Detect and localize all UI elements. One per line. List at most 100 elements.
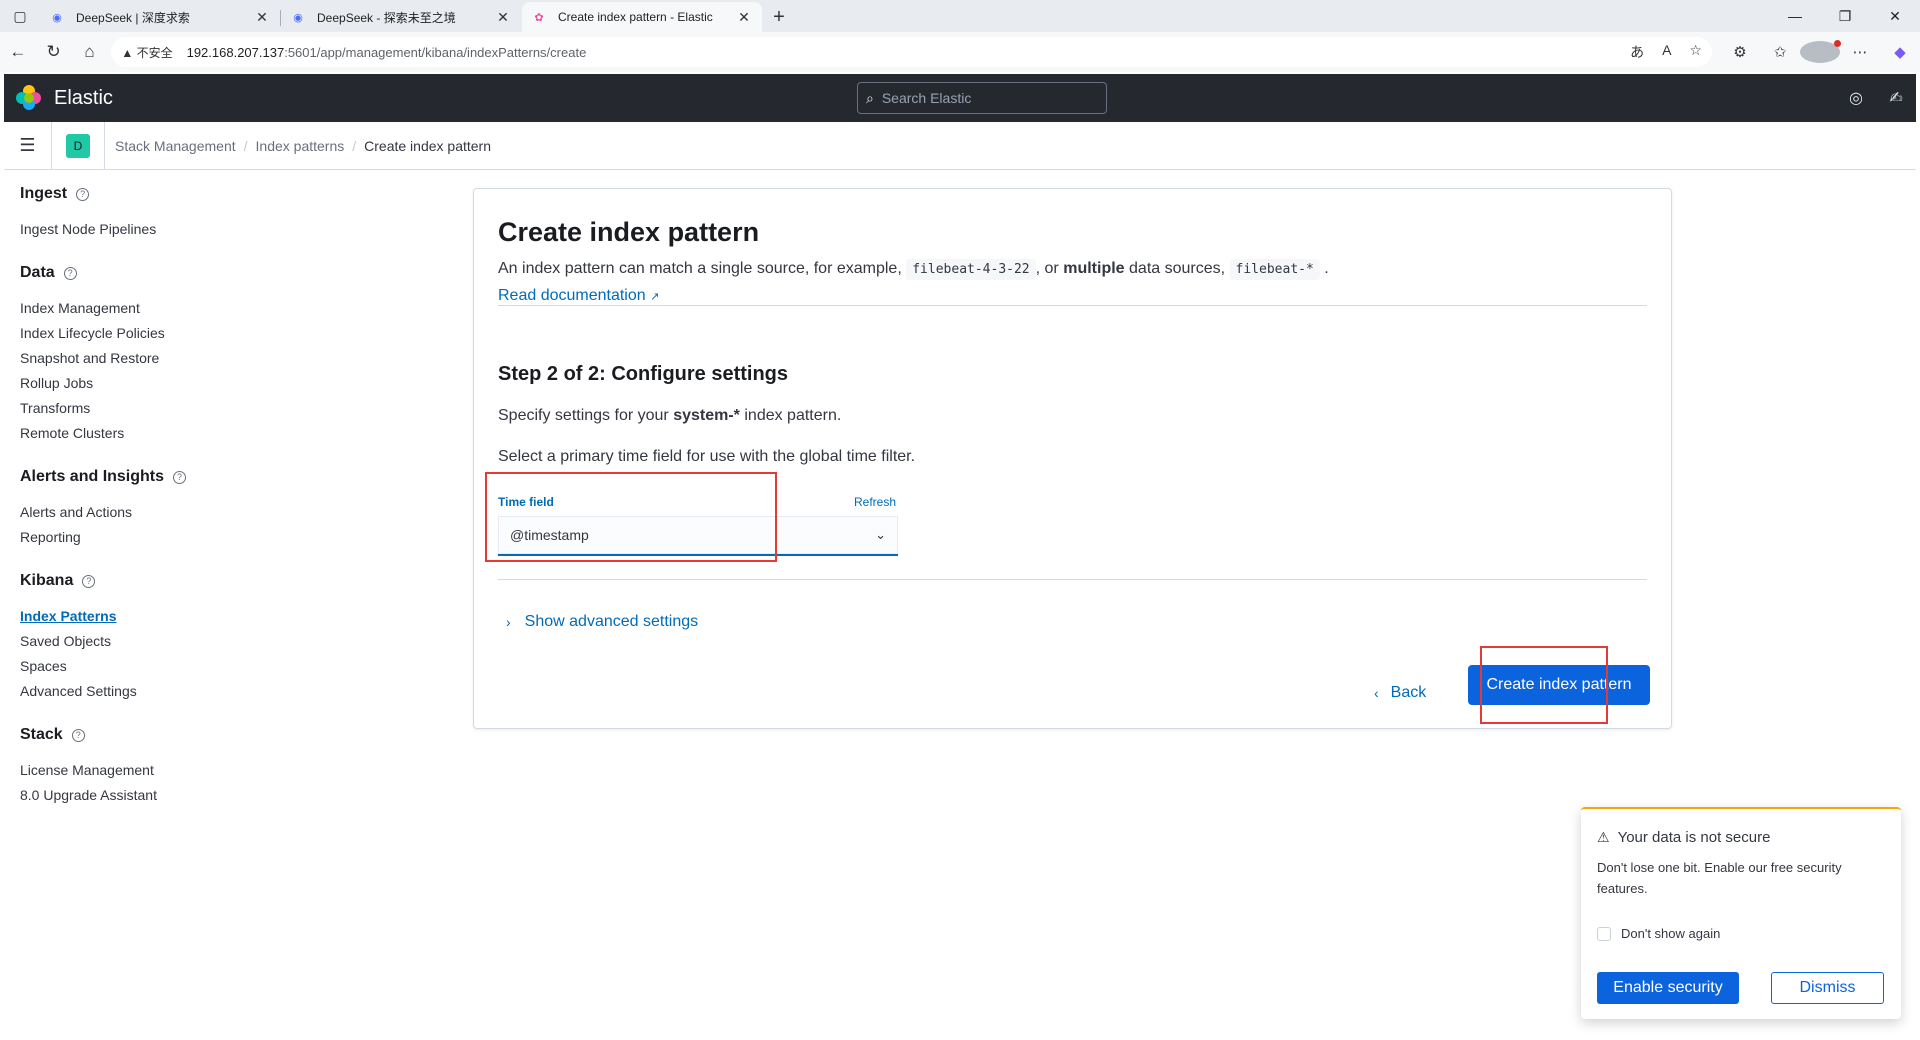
step-title: Step 2 of 2: Configure settings [498, 363, 789, 385]
space-avatar[interactable]: D [66, 133, 90, 158]
help-icon[interactable]: ? [76, 187, 90, 201]
breadcrumb-stack-management[interactable]: Stack Management [115, 138, 236, 154]
url-path: :5601/app/management/kibana/indexPattern… [284, 44, 587, 60]
toast-title-text: Your data is not secure [1617, 829, 1771, 846]
close-tab-icon[interactable]: ✕ [254, 9, 270, 26]
sidebar-item-upgrade-assistant[interactable]: 8.0 Upgrade Assistant [20, 783, 320, 808]
pattern-name: system-* [673, 407, 740, 424]
dont-show-again-checkbox[interactable]: Don't show again [1597, 926, 1720, 941]
sidebar-item-transforms[interactable]: Transforms [20, 396, 320, 421]
chevron-right-icon: › [506, 614, 511, 630]
deepseek-icon: ◉ [52, 11, 62, 24]
breadcrumb-separator: / [352, 137, 357, 154]
toast-body: Don't lose one bit. Enable our free secu… [1597, 860, 1842, 896]
tab-title: DeepSeek | 深度求索 [76, 10, 190, 25]
tab-title: Create index pattern - Elastic [558, 10, 713, 24]
menu-toggle-icon[interactable]: ☰ [4, 121, 52, 170]
warning-icon: ⚠ [1597, 829, 1610, 845]
reload-icon[interactable]: ↻ [36, 36, 72, 68]
sidebar-item-saved-objects[interactable]: Saved Objects [20, 629, 320, 654]
sidebar-item-reporting[interactable]: Reporting [20, 525, 320, 550]
user-menu-icon[interactable]: ✍ [1876, 74, 1916, 122]
chevron-left-icon: ‹ [1374, 685, 1379, 701]
help-icon[interactable]: ? [63, 266, 77, 280]
sidebar-group-stack: Stack? License Management 8.0 Upgrade As… [20, 726, 320, 808]
minimize-icon[interactable]: — [1770, 0, 1820, 32]
external-link-icon: ↗ [650, 291, 660, 303]
window-controls: — ❐ ✕ [1770, 0, 1920, 32]
tab-actions-icon[interactable]: ▢ [0, 0, 40, 32]
sidebar-item-snapshot-and-restore[interactable]: Snapshot and Restore [20, 346, 320, 371]
copilot-icon[interactable]: ◆ [1880, 41, 1920, 63]
favorite-star-icon[interactable]: ☆ [1689, 42, 1702, 62]
brand-name: Elastic [54, 86, 113, 109]
help-icon[interactable]: ? [173, 470, 187, 484]
close-window-icon[interactable]: ✕ [1870, 0, 1920, 32]
breadcrumb-index-patterns[interactable]: Index patterns [256, 138, 345, 154]
restore-icon[interactable]: ❐ [1820, 0, 1870, 32]
management-sidebar: Ingest? Ingest Node Pipelines Data? Inde… [20, 185, 320, 830]
sidebar-item-advanced-settings[interactable]: Advanced Settings [20, 679, 320, 704]
elastic-logo-icon[interactable] [16, 85, 42, 111]
browser-toolbar: ← ↻ ⌂ ▲ 不安全 192.168.207.137:5601/app/man… [0, 32, 1920, 72]
favorites-icon[interactable]: ✩ [1760, 41, 1800, 63]
not-secure-indicator[interactable]: ▲ 不安全 [121, 44, 172, 61]
show-advanced-settings-toggle[interactable]: › Show advanced settings [506, 613, 698, 631]
back-label: Back [1390, 684, 1427, 701]
close-tab-icon[interactable]: ✕ [495, 9, 511, 26]
sidebar-item-alerts-and-actions[interactable]: Alerts and Actions [20, 500, 320, 525]
desc-text: , or [1035, 260, 1059, 277]
group-title: Stack [20, 726, 63, 743]
browser-tab-2[interactable]: ◉ DeepSeek - 探索未至之境 ✕ [281, 2, 521, 32]
dismiss-button[interactable]: Dismiss [1771, 972, 1884, 1004]
example-multi-code: filebeat-* [1229, 259, 1320, 280]
profile-avatar[interactable] [1799, 40, 1841, 63]
sidebar-item-remote-clusters[interactable]: Remote Clusters [20, 421, 320, 446]
advanced-label: Show advanced settings [524, 613, 699, 630]
group-title: Data [20, 264, 55, 281]
example-single-code: filebeat-4-3-22 [906, 259, 1036, 280]
close-tab-icon[interactable]: ✕ [736, 9, 752, 26]
translate-icon[interactable]: あ [1630, 42, 1644, 62]
chevron-down-icon: ⌄ [875, 527, 886, 542]
desc-text: data sources, [1129, 260, 1226, 277]
checkbox-label: Don't show again [1621, 926, 1721, 941]
sidebar-item-spaces[interactable]: Spaces [20, 654, 320, 679]
help-icon[interactable]: ? [71, 728, 85, 742]
desc-emphasis: multiple [1063, 260, 1125, 277]
browser-tab-1[interactable]: ◉ DeepSeek | 深度求索 ✕ [40, 2, 281, 32]
new-tab-icon[interactable]: + [763, 2, 795, 32]
read-documentation-link[interactable]: Read documentation ↗ [498, 287, 659, 305]
breadcrumb-bar: ☰ D Stack Management / Index patterns / … [4, 121, 1916, 170]
sidebar-group-alerts: Alerts and Insights? Alerts and Actions … [20, 468, 320, 550]
sidebar-item-license-management[interactable]: License Management [20, 758, 320, 783]
browser-tab-3[interactable]: ✿ Create index pattern - Elastic ✕ [522, 2, 762, 32]
sidebar-group-ingest: Ingest? Ingest Node Pipelines [20, 185, 320, 242]
back-arrow-icon[interactable]: ← [0, 36, 36, 68]
sidebar-group-kibana: Kibana? Index Patterns Saved Objects Spa… [20, 572, 320, 704]
group-title: Alerts and Insights [20, 468, 165, 485]
help-icon[interactable]: ? [82, 574, 96, 588]
breadcrumb-current: Create index pattern [364, 137, 491, 154]
refresh-link[interactable]: Refresh [854, 495, 896, 509]
warning-icon: ▲ [121, 45, 134, 60]
sidebar-item-index-lifecycle-policies[interactable]: Index Lifecycle Policies [20, 321, 320, 346]
help-icon[interactable]: ◎ [1836, 74, 1876, 122]
search-placeholder: Search Elastic [881, 90, 972, 106]
more-menu-icon[interactable]: ⋯ [1840, 41, 1880, 63]
checkbox[interactable] [1597, 926, 1611, 941]
home-icon[interactable]: ⌂ [72, 36, 108, 68]
search-input[interactable]: ⌕ Search Elastic [857, 82, 1107, 114]
browser-tabbar: ▢ ◉ DeepSeek | 深度求索 ✕ ◉ DeepSeek - 探索未至之… [0, 0, 1920, 32]
extensions-icon[interactable]: ⚙ [1720, 41, 1760, 63]
tab-title: DeepSeek - 探索未至之境 [317, 10, 456, 25]
sidebar-item-ingest-node-pipelines[interactable]: Ingest Node Pipelines [20, 217, 320, 242]
sidebar-item-index-patterns[interactable]: Index Patterns [20, 604, 320, 629]
read-aloud-icon[interactable]: A [1662, 42, 1671, 62]
address-bar[interactable]: ▲ 不安全 192.168.207.137:5601/app/managemen… [111, 37, 1712, 67]
annotation-box-time-field [485, 472, 777, 562]
sidebar-item-index-management[interactable]: Index Management [20, 296, 320, 321]
enable-security-button[interactable]: Enable security [1597, 972, 1739, 1004]
sidebar-item-rollup-jobs[interactable]: Rollup Jobs [20, 371, 320, 396]
back-button[interactable]: ‹ Back [1374, 673, 1426, 713]
